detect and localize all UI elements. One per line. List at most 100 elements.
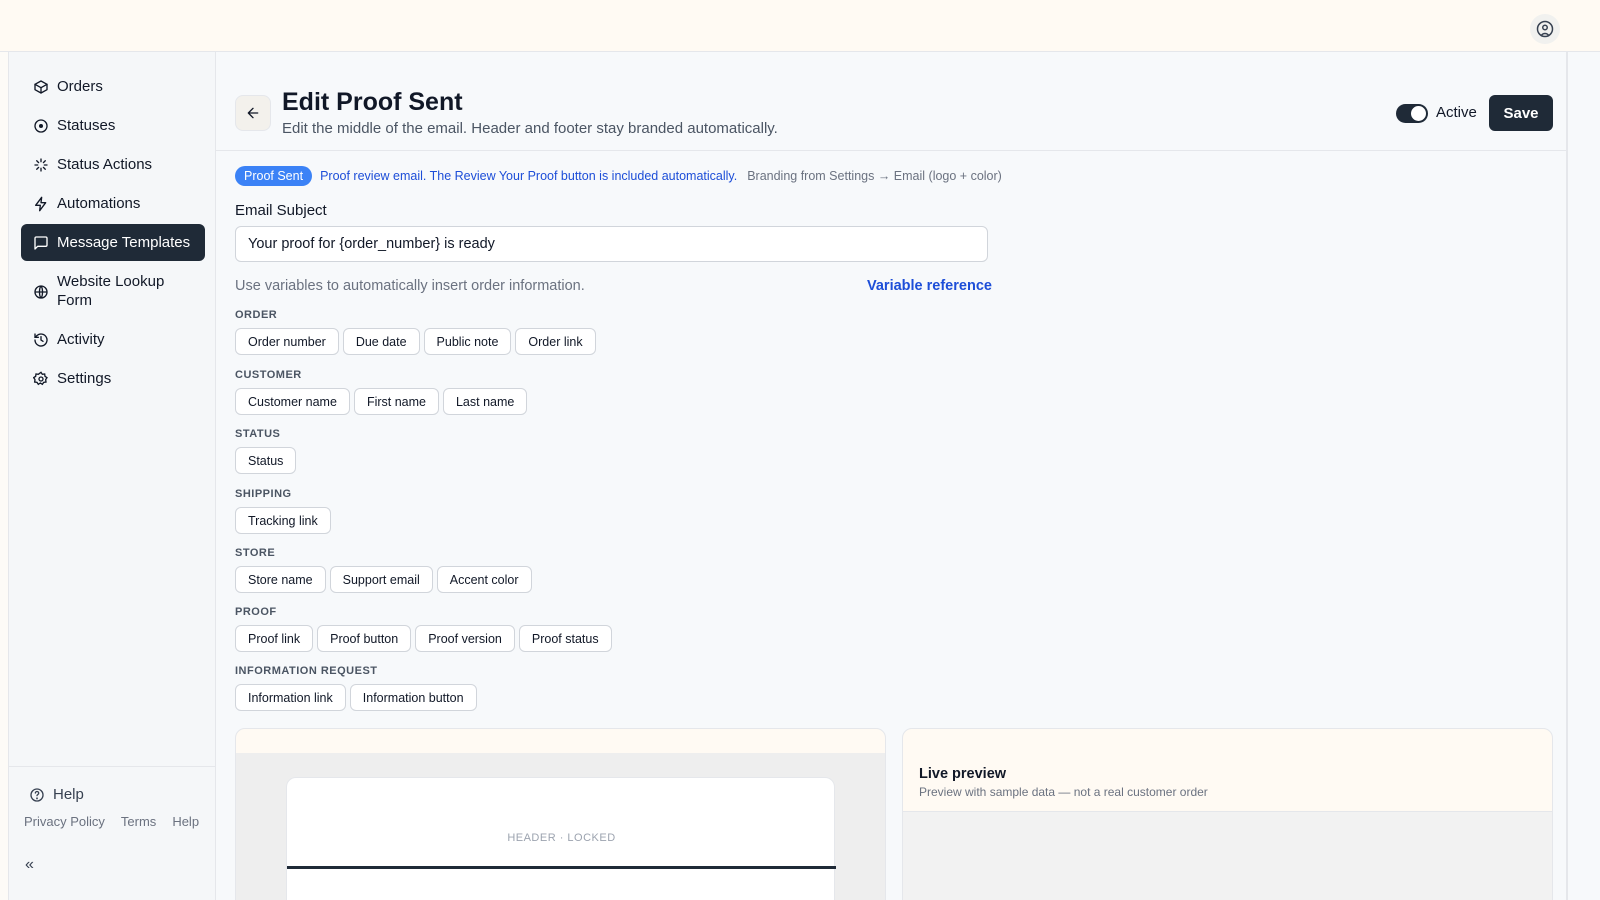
email-editor-canvas: HEADER · LOCKED: [236, 753, 885, 900]
save-button[interactable]: Save: [1489, 95, 1553, 131]
variable-group-store: STORE Store name Support email Accent co…: [235, 547, 532, 593]
variable-chip-support-email[interactable]: Support email: [329, 566, 433, 593]
variable-chip-last-name[interactable]: Last name: [442, 388, 528, 415]
sidebar-item-label: Activity: [57, 331, 105, 348]
email-card: HEADER · LOCKED: [286, 777, 836, 900]
sidebar-nav: Orders Statuses Status Actions Automatio…: [21, 68, 205, 399]
page-subtitle: Edit the middle of the email. Header and…: [282, 120, 778, 137]
variable-group-proof: PROOF Proof link Proof button Proof vers…: [235, 606, 612, 652]
variable-chip-first-name[interactable]: First name: [353, 388, 439, 415]
help-label: Help: [53, 786, 84, 803]
variable-chip-tracking-link[interactable]: Tracking link: [235, 507, 331, 534]
user-circle-icon: [1536, 20, 1554, 38]
globe-icon: [33, 282, 49, 301]
sidebar-item-status-actions[interactable]: Status Actions: [21, 146, 205, 183]
live-preview-body: [903, 811, 1552, 900]
sidebar-item-message-templates[interactable]: Message Templates: [21, 224, 205, 261]
variable-chip-proof-version[interactable]: Proof version: [415, 625, 515, 652]
variable-group-title: INFORMATION REQUEST: [235, 665, 378, 677]
sidebar-item-label: Automations: [57, 195, 141, 212]
template-description: Proof review email. The Review Your Proo…: [320, 169, 738, 183]
variable-chip-public-note[interactable]: Public note: [423, 328, 512, 355]
sidebar-item-website-lookup-form[interactable]: Website Lookup Form: [21, 263, 205, 319]
collapse-sidebar-button[interactable]: «: [25, 856, 34, 874]
email-subject-input[interactable]: [235, 226, 988, 262]
email-subject-label: Email Subject: [235, 202, 327, 219]
lightning-icon: [33, 194, 49, 213]
email-editor-panel: HEADER · LOCKED: [235, 728, 886, 900]
sidebar: Orders Statuses Status Actions Automatio…: [8, 52, 216, 900]
variable-chip-status[interactable]: Status: [235, 447, 297, 474]
sidebar-item-statuses[interactable]: Statuses: [21, 107, 205, 144]
sidebar-item-label: Website Lookup Form: [57, 273, 165, 309]
variable-chips: Order number Due date Public note Order …: [235, 328, 596, 355]
active-toggle[interactable]: [1396, 104, 1428, 123]
variable-chips: Information link Information button: [235, 684, 477, 711]
variable-chips: Proof link Proof button Proof version Pr…: [235, 625, 612, 652]
sidebar-item-label: Settings: [57, 370, 112, 387]
variable-group-order: ORDER Order number Due date Public note …: [235, 309, 596, 355]
variable-reference-link[interactable]: Variable reference: [867, 278, 992, 294]
variable-group-title: PROOF: [235, 606, 277, 618]
variable-chips: Status: [235, 447, 297, 474]
user-account-button[interactable]: [1530, 14, 1560, 44]
back-button[interactable]: [235, 95, 271, 131]
footer-links: Privacy Policy Terms Help: [24, 814, 199, 829]
variable-group-title: STORE: [235, 547, 276, 559]
sidebar-item-label: Message Templates: [57, 234, 191, 251]
arrow-left-icon: [247, 107, 259, 119]
sidebar-item-settings[interactable]: Settings: [21, 360, 205, 397]
variable-chips: Tracking link: [235, 507, 331, 534]
live-preview-panel: Live preview Preview with sample data — …: [902, 728, 1553, 900]
sidebar-item-activity[interactable]: Activity: [21, 321, 205, 358]
variable-group-information-request: INFORMATION REQUEST Information link Inf…: [235, 665, 477, 711]
main-scrollbar[interactable]: [1566, 52, 1568, 900]
privacy-policy-link[interactable]: Privacy Policy: [24, 814, 105, 829]
variable-chip-order-link[interactable]: Order link: [515, 328, 596, 355]
page-header: Edit Proof Sent Edit the middle of the e…: [216, 52, 1568, 151]
live-preview-subtitle: Preview with sample data — not a real cu…: [919, 785, 1208, 799]
message-square-icon: [33, 233, 49, 252]
sidebar-help-link[interactable]: Help: [21, 777, 205, 812]
sparkle-icon: [33, 155, 49, 174]
sidebar-item-label: Status Actions: [57, 156, 153, 173]
variable-group-title: ORDER: [235, 309, 278, 321]
variable-chip-information-button[interactable]: Information button: [349, 684, 477, 711]
left-edge: [0, 52, 8, 900]
variable-chip-accent-color[interactable]: Accent color: [436, 566, 532, 593]
page-title: Edit Proof Sent: [282, 88, 463, 116]
variable-chip-proof-button[interactable]: Proof button: [317, 625, 412, 652]
variable-chip-customer-name[interactable]: Customer name: [235, 388, 350, 415]
template-info-row: Proof Sent Proof review email. The Revie…: [235, 166, 1002, 186]
main-content: Edit Proof Sent Edit the middle of the e…: [216, 52, 1600, 900]
variable-group-title: STATUS: [235, 428, 281, 440]
variable-chip-order-number[interactable]: Order number: [235, 328, 339, 355]
status-circle-icon: [33, 116, 49, 135]
variable-chip-due-date[interactable]: Due date: [342, 328, 420, 355]
package-icon: [33, 77, 49, 96]
terms-link[interactable]: Terms: [121, 814, 156, 829]
history-icon: [33, 330, 49, 349]
sidebar-item-orders[interactable]: Orders: [21, 68, 205, 105]
footer-help-link[interactable]: Help: [172, 814, 199, 829]
sidebar-item-label: Orders: [57, 78, 103, 95]
email-header-rule: [287, 866, 836, 869]
variable-chip-information-link[interactable]: Information link: [235, 684, 346, 711]
variables-hint: Use variables to automatically insert or…: [235, 278, 585, 294]
variable-group-customer: CUSTOMER Customer name First name Last n…: [235, 369, 528, 415]
variable-group-shipping: SHIPPING Tracking link: [235, 488, 331, 534]
variable-chip-proof-link[interactable]: Proof link: [235, 625, 314, 652]
variable-group-title: CUSTOMER: [235, 369, 302, 381]
top-bar: [0, 0, 1600, 52]
live-preview-title: Live preview: [919, 766, 1007, 782]
variable-chip-store-name[interactable]: Store name: [235, 566, 326, 593]
email-header-locked-label: HEADER · LOCKED: [507, 832, 616, 844]
toggle-knob: [1411, 106, 1426, 121]
template-type-badge: Proof Sent: [235, 166, 313, 186]
variable-chip-proof-status[interactable]: Proof status: [518, 625, 612, 652]
variable-group-status: STATUS Status: [235, 428, 297, 474]
branding-note: Branding from Settings → Email (logo + c…: [747, 169, 1002, 183]
sidebar-item-automations[interactable]: Automations: [21, 185, 205, 222]
variable-chips: Customer name First name Last name: [235, 388, 528, 415]
variable-group-title: SHIPPING: [235, 488, 292, 500]
